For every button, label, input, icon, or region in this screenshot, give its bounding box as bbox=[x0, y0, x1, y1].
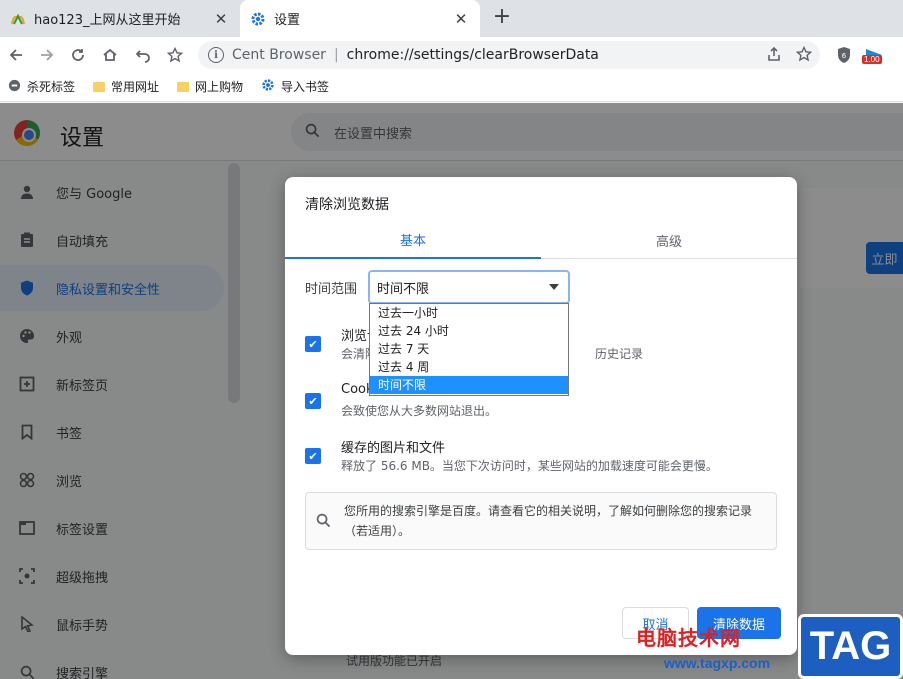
address-bar[interactable]: i Cent Browser | chrome://settings/clear… bbox=[198, 41, 820, 69]
url-text: chrome://settings/clearBrowserData bbox=[346, 47, 599, 63]
gear-icon bbox=[250, 11, 266, 27]
notice-text: 您所用的搜索引擎是百度。请查看它的相关说明，了解如何删除您的搜索记录（若适用）。 bbox=[344, 504, 753, 538]
tab-basic[interactable]: 基本 bbox=[285, 221, 541, 259]
svg-text:6: 6 bbox=[842, 52, 847, 60]
bookmark-label: 导入书签 bbox=[281, 80, 330, 94]
tab-settings[interactable]: 设置 ✕ bbox=[240, 0, 480, 37]
close-icon[interactable]: ✕ bbox=[452, 10, 470, 28]
search-engine-notice: 您所用的搜索引擎是百度。请查看它的相关说明，了解如何删除您的搜索记录（若适用）。 bbox=[305, 492, 777, 550]
bookmark-label: 常用网址 bbox=[111, 80, 160, 94]
search-icon bbox=[316, 513, 331, 532]
option-title: 缓存的图片和文件 bbox=[341, 441, 446, 456]
back-icon[interactable] bbox=[4, 43, 28, 67]
folder-icon bbox=[177, 81, 190, 92]
new-tab-button[interactable]: + bbox=[490, 6, 514, 30]
option-last-hour[interactable]: 过去一小时 bbox=[370, 304, 568, 322]
reload-icon[interactable] bbox=[66, 43, 90, 67]
time-range-select[interactable]: 时间不限 bbox=[368, 270, 570, 304]
bookmark-kill-tabs[interactable]: 杀死标签 bbox=[8, 78, 75, 95]
undo-icon[interactable] bbox=[131, 43, 155, 67]
tab-strip: hao123_上网从这里开始 ✕ 设置 ✕ + bbox=[0, 0, 903, 37]
home-icon[interactable] bbox=[98, 43, 122, 67]
option-last-4w[interactable]: 过去 4 周 bbox=[370, 358, 568, 376]
option-last-24h[interactable]: 过去 24 小时 bbox=[370, 322, 568, 340]
shield-extension-icon[interactable]: 6 bbox=[832, 43, 856, 67]
tab-title: 设置 bbox=[274, 13, 301, 28]
time-range-value: 时间不限 bbox=[377, 281, 430, 297]
extension-badge: 1.00 bbox=[862, 55, 882, 64]
option-last-7d[interactable]: 过去 7 天 bbox=[370, 340, 568, 358]
option-desc: 会致使您从大多数网站退出。 bbox=[341, 404, 498, 418]
clear-browsing-data-dialog: 清除浏览数据 基本 高级 时间范围 时间不限 ✔ 浏览记 会清除 历史记录 ✔ … bbox=[285, 177, 797, 655]
gear-icon bbox=[261, 78, 275, 95]
close-icon[interactable]: ✕ bbox=[212, 10, 230, 28]
cookies-checkbox[interactable]: ✔ bbox=[305, 393, 321, 409]
bookmark-label: 网上购物 bbox=[195, 80, 244, 94]
bookmark-folder-common[interactable]: 常用网址 bbox=[93, 78, 159, 95]
bookmark-star-icon[interactable] bbox=[795, 45, 813, 66]
tab-advanced[interactable]: 高级 bbox=[541, 221, 797, 259]
bookmarks-bar: 杀死标签 常用网址 网上购物 导入书签 bbox=[0, 72, 903, 102]
cache-checkbox[interactable]: ✔ bbox=[305, 448, 321, 464]
option-desc-tail: 历史记录 bbox=[595, 347, 644, 361]
watermark-text: 电脑技术网 bbox=[636, 626, 741, 650]
bookmark-label: 杀死标签 bbox=[27, 80, 76, 94]
chevron-down-icon bbox=[549, 284, 559, 290]
option-desc: 释放了 56.6 MB。当您下次访问时，某些网站的加载速度可能会更慢。 bbox=[341, 459, 718, 473]
share-icon[interactable] bbox=[766, 46, 782, 66]
info-icon[interactable]: i bbox=[208, 47, 224, 63]
star-icon[interactable] bbox=[163, 43, 187, 67]
option-all-time[interactable]: 时间不限 bbox=[370, 376, 568, 394]
browsing-history-checkbox[interactable]: ✔ bbox=[305, 336, 321, 352]
forward-icon[interactable] bbox=[35, 43, 59, 67]
tab-hao123[interactable]: hao123_上网从这里开始 ✕ bbox=[0, 0, 240, 37]
dialog-tabs: 基本 高级 bbox=[285, 221, 797, 259]
bookmark-folder-shopping[interactable]: 网上购物 bbox=[177, 78, 243, 95]
time-range-label: 时间范围 bbox=[305, 282, 358, 297]
watermark-logo: TAG bbox=[798, 614, 903, 679]
folder-icon bbox=[93, 81, 106, 92]
bookmark-import[interactable]: 导入书签 bbox=[261, 78, 329, 95]
kill-tabs-icon bbox=[8, 79, 21, 95]
watermark-url: www.tagxp.com bbox=[664, 655, 771, 671]
url-separator: | bbox=[333, 47, 339, 63]
hao123-icon bbox=[10, 11, 26, 27]
toolbar: i Cent Browser | chrome://settings/clear… bbox=[0, 37, 903, 72]
tab-title: hao123_上网从这里开始 bbox=[34, 13, 181, 28]
browser-brand: Cent Browser bbox=[232, 47, 326, 63]
time-range-dropdown: 过去一小时 过去 24 小时 过去 7 天 过去 4 周 时间不限 bbox=[369, 303, 569, 396]
dialog-title: 清除浏览数据 bbox=[305, 197, 389, 213]
